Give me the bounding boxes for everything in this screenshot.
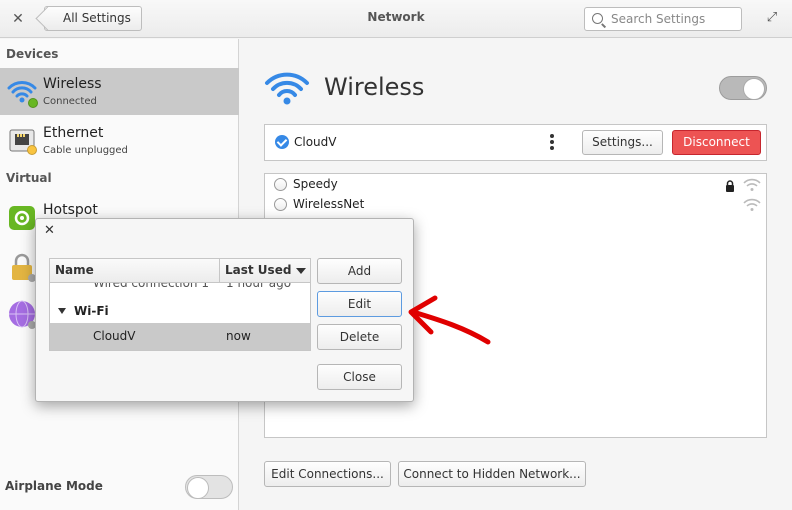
column-header-last-used-label: Last Used (225, 263, 292, 277)
close-icon[interactable]: ✕ (8, 9, 28, 29)
connected-network-name: CloudV (294, 135, 337, 149)
add-button[interactable]: Add (317, 258, 402, 284)
all-settings-label: All Settings (63, 11, 131, 25)
row-last-used: now (226, 329, 251, 343)
sidebar-item-ethernet[interactable]: Ethernet Cable unplugged (0, 117, 239, 164)
network-radio[interactable] (274, 178, 287, 191)
sidebar-heading-devices: Devices (6, 47, 59, 61)
more-options-icon[interactable] (549, 134, 555, 152)
unplugged-status-dot (27, 145, 37, 155)
edit-connections-button[interactable]: Edit Connections... (264, 461, 391, 487)
network-name: WirelessNet (293, 197, 365, 211)
search-icon (592, 13, 603, 24)
wireless-switch[interactable] (719, 76, 767, 100)
network-radio[interactable] (274, 198, 287, 211)
annotation-arrow-icon (408, 295, 491, 345)
airplane-mode-switch[interactable] (185, 475, 233, 499)
maximize-icon[interactable]: ⤢ (764, 10, 780, 26)
sidebar-item-label: Wireless (43, 76, 102, 92)
wifi-signal-icon (743, 178, 761, 191)
connections-table: Wired connection 1 1 hour ago Name Last … (49, 258, 311, 351)
sidebar-item-label: Ethernet (43, 125, 104, 141)
sidebar-heading-virtual: Virtual (6, 171, 52, 185)
airplane-mode-label: Airplane Mode (5, 479, 103, 493)
list-item[interactable]: WirelessNet (265, 194, 766, 214)
hotspot-icon (9, 206, 35, 230)
connect-hidden-network-button[interactable]: Connect to Hidden Network... (398, 461, 586, 487)
check-icon (275, 135, 289, 149)
network-name: Speedy (293, 177, 338, 191)
header-bar: ✕ All Settings Network Search Settings ⤢ (0, 0, 792, 38)
wifi-icon (265, 72, 309, 105)
all-settings-button[interactable]: All Settings (44, 6, 142, 31)
sidebar-item-label: Hotspot (43, 202, 98, 218)
connected-network-row: CloudV Settings... Disconnect (264, 124, 767, 161)
table-row[interactable]: CloudV now (50, 323, 310, 350)
lock-icon (726, 180, 734, 192)
close-icon[interactable]: ✕ (44, 223, 58, 239)
globe-icon (9, 300, 36, 329)
connected-status-dot (28, 98, 38, 108)
group-row-wifi[interactable]: Wi-Fi (50, 299, 310, 323)
search-input[interactable]: Search Settings (584, 7, 742, 31)
sidebar-item-status: Connected (43, 96, 97, 107)
row-name: CloudV (93, 329, 136, 343)
settings-button[interactable]: Settings... (582, 130, 663, 155)
sort-down-icon (296, 268, 306, 274)
column-header-last-used[interactable]: Last Used (220, 259, 310, 283)
edit-button[interactable]: Edit (317, 291, 402, 317)
close-button[interactable]: Close (317, 364, 402, 390)
network-connections-dialog: ✕ Wired connection 1 1 hour ago Name Las… (35, 218, 414, 402)
lock-icon (12, 253, 36, 282)
wifi-signal-icon (743, 198, 761, 211)
sidebar-item-status: Cable unplugged (43, 145, 128, 156)
column-header-name[interactable]: Name (50, 259, 220, 283)
delete-button[interactable]: Delete (317, 324, 402, 350)
disconnect-button[interactable]: Disconnect (672, 130, 761, 155)
page-title: Wireless (324, 73, 425, 101)
column-header-name-label: Name (55, 263, 94, 277)
expander-down-icon[interactable] (58, 308, 66, 314)
group-label: Wi-Fi (74, 304, 109, 318)
search-placeholder: Search Settings (611, 12, 706, 26)
sidebar-item-wireless[interactable]: Wireless Connected (0, 68, 239, 115)
list-item[interactable]: Speedy (265, 174, 766, 194)
